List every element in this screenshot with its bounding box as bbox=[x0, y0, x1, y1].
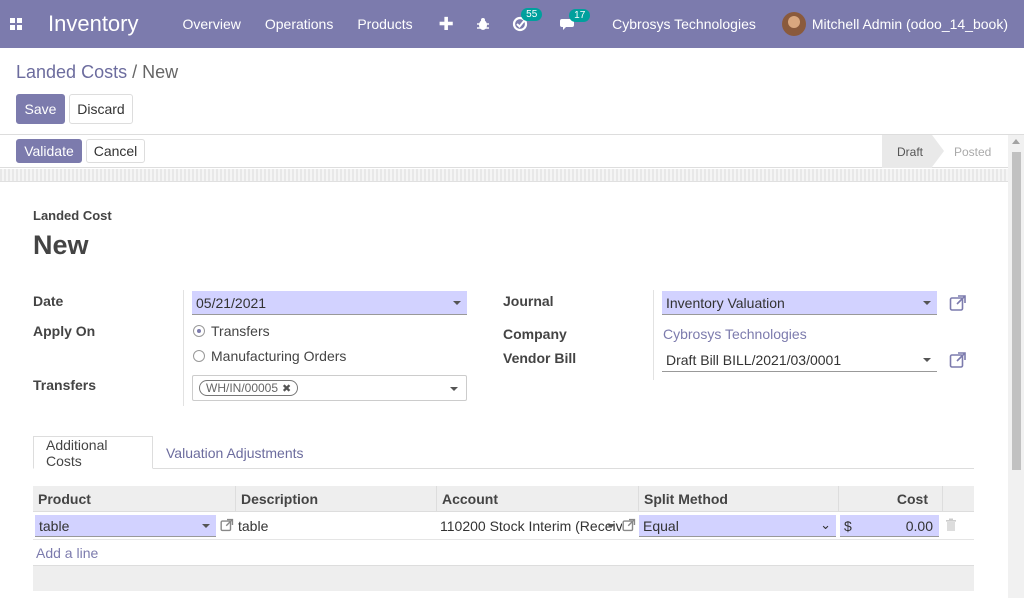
vendor-bill-field[interactable]: Draft Bill BILL/2021/03/0001 bbox=[662, 348, 937, 372]
apps-menu-icon[interactable] bbox=[0, 0, 32, 48]
apply-on-option-label: Transfers bbox=[211, 323, 270, 339]
breadcrumb-parent[interactable]: Landed Costs bbox=[16, 62, 127, 82]
table-row[interactable]: table table 110200 Stock Interim (Receiv… bbox=[33, 513, 974, 539]
journal-dropdown-icon[interactable] bbox=[923, 301, 931, 305]
split-method-select[interactable]: Equal ⌄ bbox=[639, 515, 836, 537]
company-switcher[interactable]: Cybrosys Technologies bbox=[612, 16, 756, 32]
product-input[interactable]: table bbox=[35, 515, 216, 537]
app-name[interactable]: Inventory bbox=[48, 11, 139, 37]
external-link-icon[interactable] bbox=[220, 518, 234, 532]
journal-field[interactable]: Inventory Valuation bbox=[662, 291, 937, 315]
right-group-divider bbox=[653, 290, 654, 380]
apply-on-option-label: Manufacturing Orders bbox=[211, 348, 347, 364]
column-cost[interactable]: Cost bbox=[839, 486, 943, 512]
column-product[interactable]: Product bbox=[33, 486, 236, 512]
menu-products[interactable]: Products bbox=[357, 16, 412, 32]
row-divider bbox=[33, 539, 974, 540]
status-bar: Validate Cancel Draft Posted bbox=[0, 135, 1008, 168]
split-method-value: Equal bbox=[643, 517, 679, 534]
apply-on-transfers[interactable]: Transfers bbox=[193, 323, 270, 339]
date-label: Date bbox=[33, 293, 64, 309]
column-split-method[interactable]: Split Method bbox=[639, 486, 839, 512]
chevron-down-icon[interactable]: ⌄ bbox=[820, 517, 831, 533]
top-navbar: Inventory Overview Operations Products ✚… bbox=[0, 0, 1024, 48]
menu-operations[interactable]: Operations bbox=[265, 16, 333, 32]
table-footer bbox=[33, 565, 974, 591]
breadcrumb: Landed Costs / New bbox=[16, 62, 178, 83]
description-value: table bbox=[238, 518, 269, 534]
external-link-icon[interactable] bbox=[949, 351, 967, 369]
date-dropdown-icon[interactable] bbox=[453, 301, 461, 305]
company-value-link[interactable]: Cybrosys Technologies bbox=[663, 326, 807, 342]
discard-button[interactable]: Discard bbox=[69, 94, 133, 124]
account-dropdown-icon[interactable] bbox=[607, 524, 615, 528]
validate-button[interactable]: Validate bbox=[16, 139, 82, 163]
apply-on-label: Apply On bbox=[33, 323, 96, 339]
vendor-bill-value: Draft Bill BILL/2021/03/0001 bbox=[666, 351, 842, 368]
column-account[interactable]: Account bbox=[437, 486, 639, 512]
transfer-tag-label: WH/IN/00005 bbox=[206, 381, 279, 395]
scroll-up-arrow-icon[interactable] bbox=[1012, 139, 1020, 144]
form-title: New bbox=[33, 230, 89, 260]
stage-posted[interactable]: Posted bbox=[954, 135, 991, 168]
user-avatar[interactable] bbox=[781, 12, 806, 36]
vertical-scrollbar[interactable] bbox=[1008, 135, 1024, 598]
product-value: table bbox=[39, 517, 70, 534]
form-subtitle: Landed Cost bbox=[33, 208, 112, 223]
account-value: 110200 Stock Interim (Receive bbox=[440, 518, 622, 534]
date-value: 05/21/2021 bbox=[196, 294, 267, 311]
description-input[interactable]: table bbox=[234, 515, 434, 537]
bug-icon[interactable] bbox=[476, 17, 490, 31]
product-dropdown-icon[interactable] bbox=[202, 524, 210, 528]
journal-value: Inventory Valuation bbox=[666, 294, 785, 311]
tab-valuation-adjustments[interactable]: Valuation Adjustments bbox=[154, 436, 316, 469]
activity-badge: 55 bbox=[521, 8, 543, 21]
save-button[interactable]: Save bbox=[16, 94, 65, 124]
apply-on-manufacturing[interactable]: Manufacturing Orders bbox=[193, 348, 346, 364]
radio-checked-icon[interactable] bbox=[193, 325, 205, 337]
messages-icon[interactable]: 17 bbox=[560, 9, 591, 31]
messages-badge: 17 bbox=[569, 9, 591, 22]
vendor-bill-dropdown-icon[interactable] bbox=[923, 358, 931, 362]
column-description[interactable]: Description bbox=[236, 486, 437, 512]
add-line-link[interactable]: Add a line bbox=[36, 545, 98, 561]
user-menu[interactable]: Mitchell Admin (odoo_14_book) bbox=[812, 16, 1008, 32]
remove-tag-icon[interactable]: ✖ bbox=[282, 382, 291, 395]
scrollbar-thumb[interactable] bbox=[1012, 152, 1021, 470]
transfers-dropdown-icon[interactable] bbox=[450, 387, 458, 391]
external-link-icon[interactable] bbox=[949, 294, 967, 312]
transfers-label: Transfers bbox=[33, 377, 97, 393]
transfer-tag[interactable]: WH/IN/00005 ✖ bbox=[199, 380, 299, 396]
company-label: Company bbox=[503, 326, 567, 342]
plus-icon[interactable]: ✚ bbox=[439, 14, 454, 35]
tab-additional-costs[interactable]: Additional Costs bbox=[33, 436, 153, 469]
external-link-icon[interactable] bbox=[622, 518, 636, 532]
currency-symbol: $ bbox=[844, 517, 852, 534]
journal-label: Journal bbox=[503, 293, 554, 309]
left-group-divider bbox=[183, 290, 184, 406]
account-input[interactable]: 110200 Stock Interim (Receive bbox=[436, 515, 622, 537]
breadcrumb-separator: / bbox=[132, 62, 138, 82]
transfers-field[interactable]: WH/IN/00005 ✖ bbox=[192, 375, 467, 401]
form-background-pattern bbox=[0, 169, 1008, 181]
radio-unchecked-icon[interactable] bbox=[193, 350, 205, 362]
cost-value: 0.00 bbox=[905, 517, 933, 534]
trash-icon[interactable] bbox=[945, 518, 959, 534]
table-header: Product Description Account Split Method… bbox=[33, 486, 974, 512]
cost-input[interactable]: $ 0.00 bbox=[840, 515, 939, 537]
menu-overview[interactable]: Overview bbox=[183, 16, 241, 32]
vendor-bill-label: Vendor Bill bbox=[503, 350, 577, 366]
navbar-systray: 55 17 Cybrosys Technologies Mitchell Adm… bbox=[476, 0, 1024, 48]
stage-draft[interactable]: Draft bbox=[882, 135, 944, 168]
cancel-button[interactable]: Cancel bbox=[86, 139, 145, 163]
date-field[interactable]: 05/21/2021 bbox=[192, 291, 467, 315]
breadcrumb-current: New bbox=[142, 62, 179, 82]
activity-icon[interactable]: 55 bbox=[512, 8, 543, 32]
